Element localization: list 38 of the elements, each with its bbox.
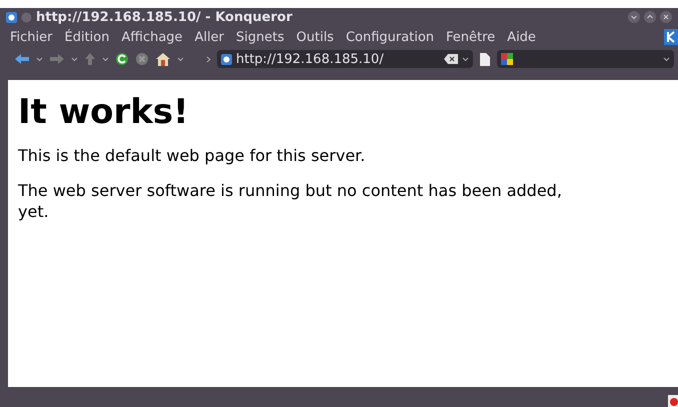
up-arrow-icon[interactable] — [84, 52, 96, 66]
menu-item[interactable]: Affichage — [121, 30, 183, 44]
minimize-icon[interactable] — [628, 11, 640, 23]
kde-logo-icon — [664, 29, 678, 45]
caret-icon[interactable] — [462, 56, 469, 62]
search-engine-icon — [501, 53, 513, 65]
reload-icon[interactable] — [115, 52, 129, 66]
address-field[interactable]: http://192.168.185.10/ — [217, 50, 473, 68]
caret-icon[interactable] — [177, 56, 184, 62]
close-icon[interactable] — [660, 11, 672, 23]
clear-icon[interactable] — [444, 54, 458, 64]
menu-item[interactable]: Fenêtre — [446, 30, 496, 44]
maximize-icon[interactable] — [644, 11, 656, 23]
menu-item[interactable]: Fichier — [10, 30, 52, 44]
caret-icon[interactable] — [36, 56, 43, 62]
search-field[interactable] — [497, 50, 674, 68]
chevron-icon[interactable] — [206, 56, 211, 62]
app-icon — [6, 12, 17, 22]
page-icon — [221, 54, 232, 64]
window-title: http://192.168.185.10/ - Konqueror — [36, 10, 294, 24]
menu-item[interactable]: Aller — [194, 30, 224, 44]
caret-icon[interactable] — [71, 56, 78, 62]
home-icon[interactable] — [155, 52, 171, 66]
menu-item[interactable]: Configuration — [346, 30, 434, 44]
paragraph: This is the default web page for this server. — [18, 146, 366, 167]
page-heading: It works! — [18, 92, 190, 132]
stop-icon[interactable] — [135, 52, 149, 66]
back-arrow-icon[interactable] — [14, 53, 30, 65]
caret-icon[interactable] — [102, 56, 109, 62]
menu-item[interactable]: Édition — [64, 30, 110, 44]
menu-item[interactable]: Aide — [507, 30, 536, 44]
forward-arrow-icon[interactable] — [49, 53, 65, 65]
paragraph: The web server software is running but no content has been added, yet. — [18, 180, 563, 222]
document-icon[interactable] — [479, 52, 491, 66]
menu-item[interactable]: Outils — [296, 30, 334, 44]
caret-icon[interactable] — [663, 56, 670, 62]
menu-item[interactable]: Signets — [236, 30, 284, 44]
blocked-icon[interactable] — [668, 395, 678, 407]
